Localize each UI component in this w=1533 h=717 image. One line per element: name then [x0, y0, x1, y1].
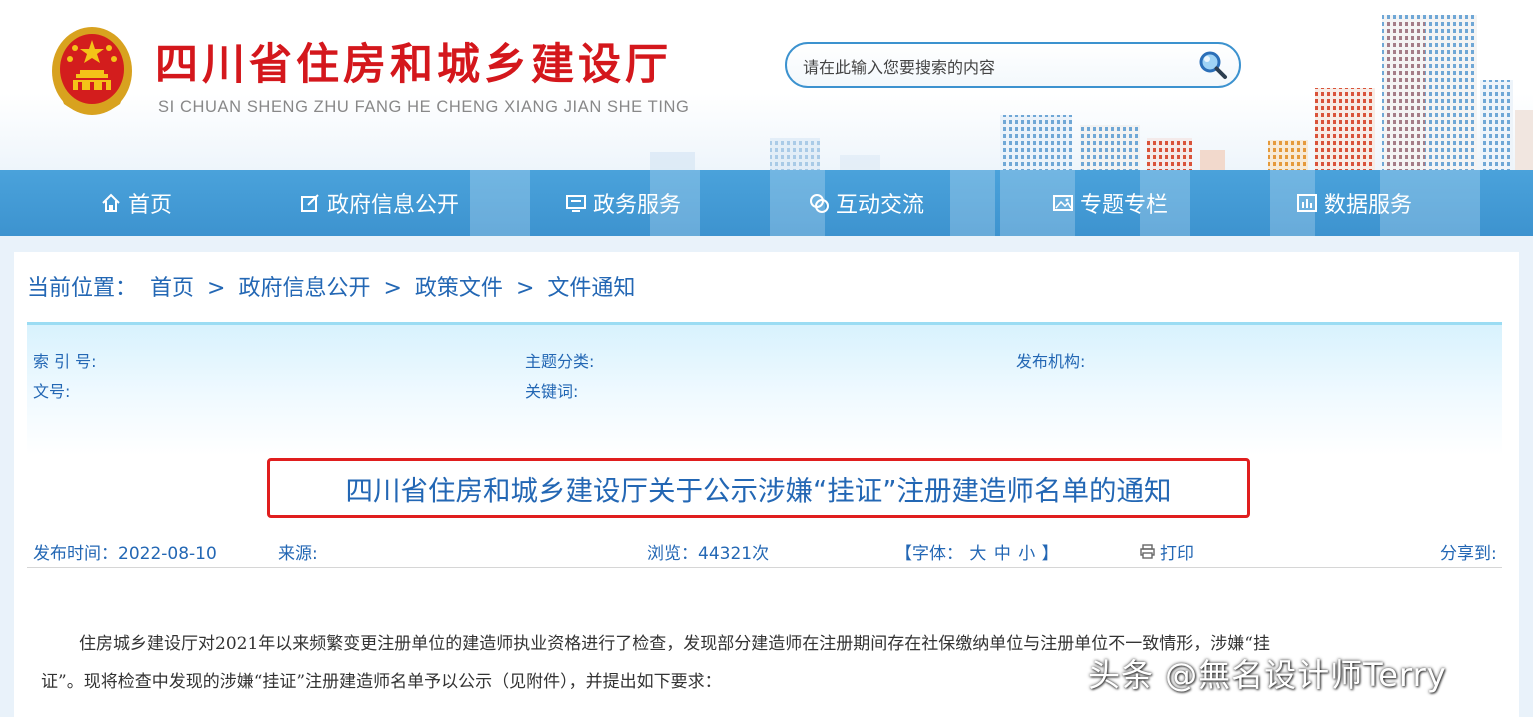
meta-keywords: 关键词:	[525, 382, 579, 401]
content-panel: 当前位置： 首页 > 政府信息公开 > 政策文件 > 文件通知 索 引 号: 主…	[14, 252, 1519, 717]
search-input[interactable]	[801, 54, 1185, 80]
breadcrumb: 当前位置： 首页 > 政府信息公开 > 政策文件 > 文件通知	[27, 270, 641, 302]
monitor-icon	[566, 195, 586, 212]
nav-item-label: 数据服务	[1324, 193, 1413, 218]
site-subtitle: SI CHUAN SHENG ZHU FANG HE CHENG XIANG J…	[158, 98, 690, 116]
nav-item-label: 专题专栏	[1080, 193, 1169, 218]
nav-item-label: 首页	[128, 193, 173, 218]
print-button[interactable]: 打印	[1139, 539, 1194, 564]
magnifier-icon[interactable]	[1197, 49, 1229, 81]
nav-item-label: 互动交流	[836, 193, 925, 218]
nav-item-interaction[interactable]: 互动交流	[808, 170, 924, 236]
chart-icon	[1297, 194, 1317, 212]
site-header: 四川省住房和城乡建设厅 SI CHUAN SHENG ZHU FANG HE C…	[0, 0, 1533, 170]
national-emblem-icon	[52, 27, 132, 115]
nav-item-gov-info[interactable]: 政府信息公开	[299, 170, 459, 236]
breadcrumb-prefix: 当前位置：	[27, 276, 138, 301]
breadcrumb-link-policy[interactable]: 政策文件	[415, 276, 503, 301]
print-label: 打印	[1160, 544, 1194, 564]
document-title-highlight: 四川省住房和城乡建设厅关于公示涉嫌“挂证”注册建造师名单的通知	[267, 458, 1250, 518]
nav-item-services[interactable]: 政务服务	[565, 170, 681, 236]
font-size-control: 【字体： 大 中 小 】	[895, 539, 1059, 564]
breadcrumb-separator: >	[207, 276, 226, 301]
meta-doc-no: 文号:	[33, 382, 71, 401]
meta-index-no: 索 引 号:	[33, 352, 97, 371]
font-size-label: 【字体：	[895, 544, 963, 564]
meta-publisher: 发布机构:	[1016, 352, 1086, 371]
main-nav: 首页 政府信息公开 政务服务 互动交流 专题专栏 数据服务	[0, 170, 1533, 236]
breadcrumb-link-gov-info[interactable]: 政府信息公开	[238, 276, 370, 301]
home-icon	[102, 193, 120, 212]
font-size-small[interactable]: 小	[1018, 544, 1035, 564]
meta-topic: 主题分类:	[525, 352, 595, 371]
site-title: 四川省住房和城乡建设厅	[155, 40, 672, 90]
document-title: 四川省住房和城乡建设厅关于公示涉嫌“挂证”注册建造师名单的通知	[345, 475, 1172, 507]
document-meta-panel: 索 引 号: 主题分类: 发布机构: 文号: 关键词:	[27, 322, 1502, 455]
view-count: 浏览：44321次	[647, 544, 770, 564]
font-size-close: 】	[1041, 544, 1059, 564]
article-info-bar: 发布时间：2022-08-10 来源: 浏览：44321次 【字体： 大 中 小…	[27, 535, 1502, 568]
chat-icon	[810, 194, 829, 213]
picture-icon	[1053, 195, 1073, 211]
watermark: 头条 @無名设计师Terry	[1088, 656, 1447, 694]
publish-time: 发布时间：2022-08-10	[33, 544, 217, 564]
breadcrumb-separator: >	[383, 276, 402, 301]
nav-item-label: 政府信息公开	[327, 193, 460, 218]
printer-icon	[1140, 544, 1155, 559]
nav-item-home[interactable]: 首页	[100, 170, 172, 236]
breadcrumb-separator: >	[515, 276, 535, 301]
share-label: 分享到:	[1440, 544, 1497, 564]
edit-icon	[301, 194, 319, 212]
search-box	[785, 42, 1241, 88]
breadcrumb-link-home[interactable]: 首页	[150, 276, 194, 301]
nav-item-topics[interactable]: 专题专栏	[1052, 170, 1168, 236]
breadcrumb-link-notices[interactable]: 文件通知	[547, 276, 635, 301]
font-size-large[interactable]: 大	[969, 544, 986, 564]
font-size-medium[interactable]: 中	[994, 544, 1011, 564]
source: 来源:	[278, 544, 318, 564]
nav-item-label: 政务服务	[593, 193, 682, 218]
nav-item-data[interactable]: 数据服务	[1296, 170, 1412, 236]
